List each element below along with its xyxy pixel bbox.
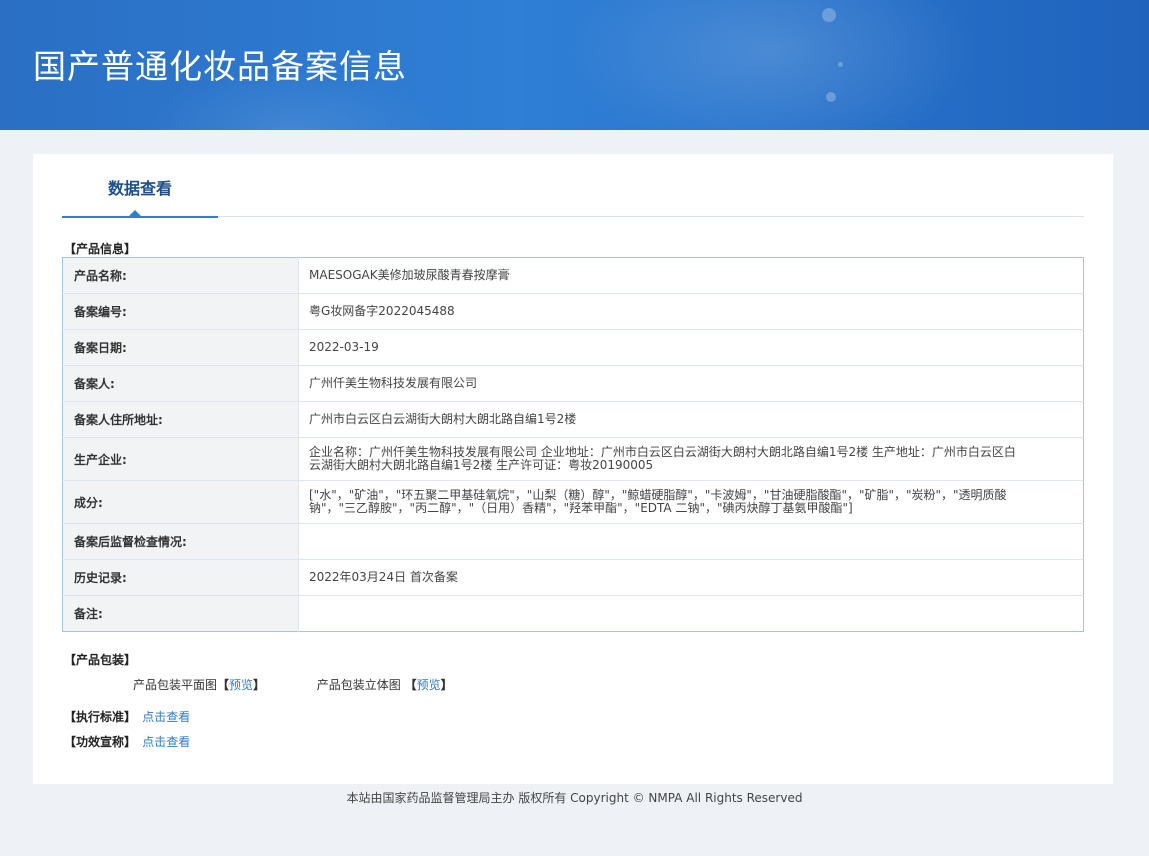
table-row: 生产企业: 企业名称：广州仟美生物科技发展有限公司 企业地址：广州市白云区白云湖…: [62, 437, 1084, 481]
standard-label: 【执行标准】: [64, 710, 137, 724]
table-row: 备案人住所地址: 广州市白云区白云湖街大朗村大朗北路自编1号2楼: [62, 401, 1084, 438]
row-label: 备案日期:: [62, 329, 299, 366]
product-info-heading: 【产品信息】: [64, 242, 137, 256]
bracket: 】: [253, 678, 266, 692]
table-row: 产品名称: MAESOGAK美修加玻尿酸青春按摩膏: [62, 257, 1084, 294]
row-value: MAESOGAK美修加玻尿酸青春按摩膏: [309, 268, 510, 282]
bracket: 【: [217, 678, 230, 692]
banner-decoration-dot: [826, 92, 836, 102]
row-label: 历史记录:: [62, 559, 299, 596]
row-value: [298, 595, 1084, 632]
banner-decoration: [560, 0, 980, 130]
row-value: 2022-03-19: [298, 329, 1084, 366]
packaging-row: 产品包装平面图【预览】 产品包装立体图 【预览】: [133, 676, 453, 693]
tab-data-view[interactable]: 数据查看: [62, 154, 218, 218]
table-row: 备案人: 广州仟美生物科技发展有限公司: [62, 365, 1084, 402]
bracket: 】: [440, 678, 453, 692]
row-label: 备案编号:: [62, 293, 299, 330]
page-title: 国产普通化妆品备案信息: [33, 47, 407, 86]
row-value: 2022年03月24日 首次备案: [298, 559, 1084, 596]
row-label: 备案人住所地址:: [62, 401, 299, 438]
row-value: 广州仟美生物科技发展有限公司: [298, 365, 1084, 402]
package-flat-label: 产品包装平面图: [133, 678, 218, 692]
row-label: 备案人:: [62, 365, 299, 402]
tab-active-indicator: [129, 210, 141, 216]
table-row: 成分: ["水"，"矿油"，"环五聚二甲基硅氧烷"，"山梨（糖）醇"，"鲸蜡硬脂…: [62, 480, 1084, 524]
content-panel: 数据查看 【产品信息】 产品名称: MAESOGAK美修加玻尿酸青春按摩膏 备案…: [33, 154, 1113, 784]
row-value: 广州市白云区白云湖街大朗村大朗北路自编1号2楼: [298, 401, 1084, 438]
table-row: 备案日期: 2022-03-19: [62, 329, 1084, 366]
footer-copyright: 本站由国家药品监督管理局主办 版权所有 Copyright © NMPA All…: [346, 791, 803, 805]
row-value: [298, 523, 1084, 560]
table-row: 备注:: [62, 595, 1084, 632]
standard-row: 【执行标准】 点击查看: [64, 708, 190, 725]
packaging-heading: 【产品包装】: [64, 653, 137, 667]
efficacy-label: 【功效宣称】: [64, 735, 137, 749]
preview-stereo-link[interactable]: 预览: [417, 678, 441, 692]
table-row: 历史记录: 2022年03月24日 首次备案: [62, 559, 1084, 596]
row-value: ["水"，"矿油"，"环五聚二甲基硅氧烷"，"山梨（糖）醇"，"鲸蜡硬脂醇"，"…: [298, 480, 1084, 524]
row-label: 产品名称:: [62, 257, 299, 294]
standard-view-link[interactable]: 点击查看: [142, 710, 190, 724]
package-stereo-label: 产品包装立体图: [316, 678, 401, 692]
preview-flat-link[interactable]: 预览: [229, 678, 253, 692]
table-row: 备案后监督检查情况:: [62, 523, 1084, 560]
efficacy-row: 【功效宣称】 点击查看: [64, 733, 190, 750]
row-value: 企业名称：广州仟美生物科技发展有限公司 企业地址：广州市白云区白云湖街大朗村大朗…: [298, 437, 1084, 481]
row-label: 备案后监督检查情况:: [62, 523, 299, 560]
banner-decoration-dot: [822, 8, 836, 22]
table-row: 备案编号: 粤G妆网备字2022045488: [62, 293, 1084, 330]
banner-decoration-dot: [838, 62, 843, 67]
efficacy-view-link[interactable]: 点击查看: [142, 735, 190, 749]
row-label: 成分:: [62, 480, 299, 524]
product-info-table: 产品名称: MAESOGAK美修加玻尿酸青春按摩膏 备案编号: 粤G妆网备字20…: [62, 257, 1084, 632]
row-label: 生产企业:: [62, 437, 299, 481]
header-banner: 国产普通化妆品备案信息: [0, 0, 1149, 130]
row-value: 粤G妆网备字2022045488: [298, 293, 1084, 330]
tab-bar: 数据查看: [62, 154, 1084, 218]
row-label: 备注:: [62, 595, 299, 632]
bracket: 【: [404, 678, 417, 692]
